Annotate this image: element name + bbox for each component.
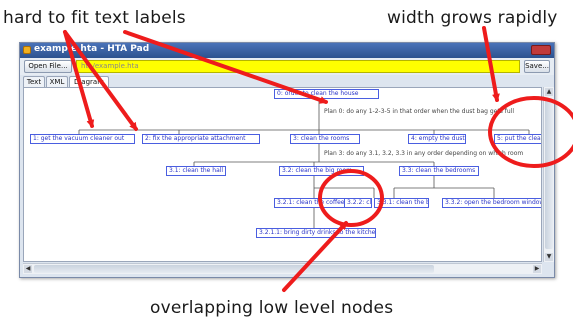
- caption-overlapping-nodes: overlapping low level nodes: [150, 298, 394, 318]
- diagram-canvas[interactable]: 0: order to clean the house Plan 0: do a…: [23, 87, 542, 262]
- node-4[interactable]: 4: empty the dustbag: [408, 134, 466, 144]
- node-3-1[interactable]: 3.1: clean the hall: [166, 166, 226, 176]
- node-3[interactable]: 3: clean the rooms: [290, 134, 360, 144]
- close-icon[interactable]: [531, 45, 551, 55]
- node-3-3-2[interactable]: 3.3.2: open the bedroom window: [442, 198, 541, 208]
- save-button[interactable]: Save...: [524, 60, 550, 73]
- node-3-3[interactable]: 3.3: clean the bedrooms: [399, 166, 479, 176]
- vertical-scrollbar[interactable]: ▲ ▼: [543, 87, 554, 262]
- horizontal-scroll-thumb[interactable]: [34, 265, 434, 273]
- caption-hard-to-fit: hard to fit text labels: [3, 8, 186, 28]
- node-3-2[interactable]: 3.2: clean the big room: [279, 166, 364, 176]
- horizontal-scrollbar[interactable]: ◀ ▶: [23, 263, 542, 274]
- node-5[interactable]: 5: put the clean: [494, 134, 541, 144]
- node-3-2-2[interactable]: 3.2.2: clean the stairs: [344, 198, 372, 208]
- screenshot-stage: hard to fit text labels width grows rapi…: [0, 0, 573, 325]
- vertical-scroll-thumb[interactable]: [545, 99, 553, 249]
- node-1[interactable]: 1: get the vacuum cleaner out: [30, 134, 135, 144]
- file-path-field[interactable]: hta/example.hta: [76, 60, 520, 73]
- scroll-left-icon[interactable]: ◀: [24, 265, 32, 273]
- app-window: example.hta - HTA Pad Open File... hta/e…: [19, 42, 555, 278]
- scroll-right-icon[interactable]: ▶: [533, 265, 541, 273]
- scroll-up-icon[interactable]: ▲: [545, 88, 553, 96]
- tab-xml[interactable]: XML: [46, 76, 68, 87]
- title-bar[interactable]: example.hta - HTA Pad: [20, 43, 554, 58]
- plan-3-text: Plan 3: do any 3.1, 3.2, 3.3 in any orde…: [324, 150, 524, 157]
- toolbar: Open File... hta/example.hta Save...: [20, 58, 554, 75]
- scroll-down-icon[interactable]: ▼: [545, 253, 553, 261]
- tab-bar: Text XML Diagram: [20, 75, 554, 87]
- window-title: example.hta - HTA Pad: [34, 44, 150, 54]
- node-root[interactable]: 0: order to clean the house: [274, 89, 379, 99]
- node-2[interactable]: 2: fix the appropriate attachment: [142, 134, 260, 144]
- app-icon: [23, 46, 31, 54]
- tab-diagram[interactable]: Diagram: [69, 76, 109, 87]
- caption-width-grows: width grows rapidly: [387, 8, 558, 28]
- plan-0-text: Plan 0: do any 1-2-3-5 in that order whe…: [324, 108, 514, 115]
- node-3-3-1[interactable]: 3.3.1: clean the bed: [374, 198, 429, 208]
- tab-text[interactable]: Text: [23, 76, 45, 87]
- node-3-2-1-1[interactable]: 3.2.1.1: bring dirty drinks to the kitch…: [256, 228, 376, 238]
- open-file-button[interactable]: Open File...: [24, 60, 72, 73]
